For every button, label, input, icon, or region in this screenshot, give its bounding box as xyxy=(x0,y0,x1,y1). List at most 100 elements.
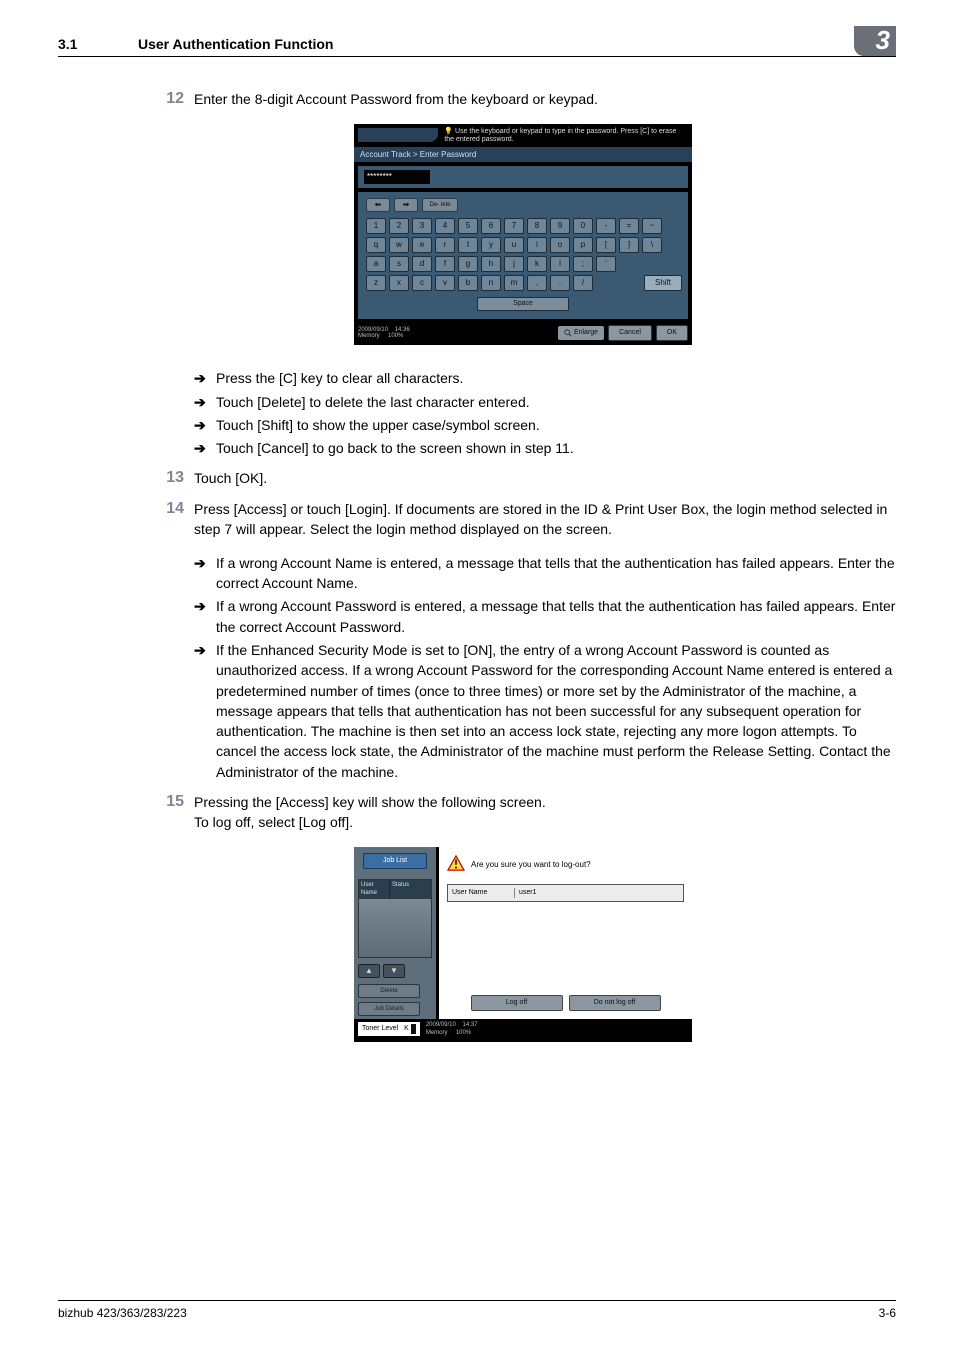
status-date: 2009/09/10 xyxy=(358,327,388,333)
key-1[interactable]: 1 xyxy=(366,218,386,234)
key-equals[interactable]: = xyxy=(619,218,639,234)
arrow-icon: ➔ xyxy=(194,392,216,412)
key-a[interactable]: a xyxy=(366,256,386,272)
key-minus[interactable]: - xyxy=(596,218,616,234)
warning-icon xyxy=(447,855,465,875)
job-list-button[interactable]: Job List xyxy=(363,853,427,869)
password-input[interactable]: ******** xyxy=(364,170,430,184)
step-number: 15 xyxy=(150,792,194,833)
status-date: 2009/09/10 xyxy=(426,1022,456,1028)
job-details-button[interactable]: Job Details xyxy=(358,1002,420,1016)
enlarge-label: Enlarge xyxy=(574,328,598,338)
key-i[interactable]: i xyxy=(527,237,547,253)
delete-button[interactable]: De- lete xyxy=(422,198,458,212)
password-field-area: ******** xyxy=(358,166,688,188)
key-r[interactable]: r xyxy=(435,237,455,253)
ok-button[interactable]: OK xyxy=(656,325,688,341)
arrow-icon: ➔ xyxy=(194,438,216,458)
col-status: Status xyxy=(390,880,431,899)
space-key[interactable]: Space xyxy=(477,297,569,311)
scroll-up-button[interactable]: ▲ xyxy=(358,964,380,978)
key-slash[interactable]: / xyxy=(573,275,593,291)
key-v[interactable]: v xyxy=(435,275,455,291)
log-off-button[interactable]: Log off xyxy=(471,995,563,1011)
key-w[interactable]: w xyxy=(389,237,409,253)
section-title: User Authentication Function xyxy=(138,34,896,54)
key-lbracket[interactable]: [ xyxy=(596,237,616,253)
key-9[interactable]: 9 xyxy=(550,218,570,234)
key-period[interactable]: . xyxy=(550,275,570,291)
step-number: 14 xyxy=(150,499,194,540)
step-text: Enter the 8-digit Account Password from … xyxy=(194,89,896,110)
page-header: 3.1 User Authentication Function xyxy=(58,34,896,57)
key-3[interactable]: 3 xyxy=(412,218,432,234)
key-7[interactable]: 7 xyxy=(504,218,524,234)
key-h[interactable]: h xyxy=(481,256,501,272)
key-e[interactable]: e xyxy=(412,237,432,253)
enlarge-button[interactable]: Enlarge xyxy=(558,326,604,340)
key-0[interactable]: 0 xyxy=(573,218,593,234)
note-text: If a wrong Account Password is entered, … xyxy=(216,596,896,637)
key-l[interactable]: l xyxy=(550,256,570,272)
cursor-right-button[interactable]: ➡ xyxy=(394,198,418,212)
key-rbracket[interactable]: ] xyxy=(619,237,639,253)
key-p[interactable]: p xyxy=(573,237,593,253)
key-2[interactable]: 2 xyxy=(389,218,409,234)
key-k[interactable]: k xyxy=(527,256,547,272)
key-apostrophe[interactable]: ' xyxy=(596,256,616,272)
status-datetime: 2009/09/10 14:36 Memory 100% xyxy=(358,327,410,340)
cursor-left-button[interactable]: ⬅ xyxy=(366,198,390,212)
step-number: 13 xyxy=(150,468,194,489)
step-text: Pressing the [Access] key will show the … xyxy=(194,792,896,833)
key-s[interactable]: s xyxy=(389,256,409,272)
key-u[interactable]: u xyxy=(504,237,524,253)
kb-row-4: z x c v b n m , . / Shift xyxy=(364,275,682,291)
key-j[interactable]: j xyxy=(504,256,524,272)
key-g[interactable]: g xyxy=(458,256,478,272)
key-semicolon[interactable]: ; xyxy=(573,256,593,272)
status-datetime: 2009/09/10 14:37 Memory 100% xyxy=(426,1021,478,1038)
user-name-label: User Name xyxy=(448,888,514,898)
key-t[interactable]: t xyxy=(458,237,478,253)
key-d[interactable]: d xyxy=(412,256,432,272)
toner-gauge-icon xyxy=(411,1024,416,1034)
key-m[interactable]: m xyxy=(504,275,524,291)
toner-label: Toner Level xyxy=(362,1024,398,1034)
status-time: 14:37 xyxy=(463,1022,478,1028)
arrow-icon: ➔ xyxy=(194,553,216,594)
key-c[interactable]: c xyxy=(412,275,432,291)
key-o[interactable]: o xyxy=(550,237,570,253)
delete-job-button[interactable]: Delete xyxy=(358,984,420,998)
key-f[interactable]: f xyxy=(435,256,455,272)
step-13: 13 Touch [OK]. xyxy=(150,468,896,489)
key-tilde[interactable]: ~ xyxy=(642,218,662,234)
arrow-icon: ➔ xyxy=(194,596,216,637)
scroll-down-button[interactable]: ▼ xyxy=(383,964,405,978)
key-y[interactable]: y xyxy=(481,237,501,253)
memory-percent: 100% xyxy=(456,1030,471,1036)
note-text: Touch [Cancel] to go back to the screen … xyxy=(216,438,896,458)
step-text: Press [Access] or touch [Login]. If docu… xyxy=(194,499,896,540)
key-q[interactable]: q xyxy=(366,237,386,253)
hint-label: Use the keyboard or keypad to type in th… xyxy=(444,128,676,143)
cancel-button[interactable]: Cancel xyxy=(608,325,652,341)
key-backslash[interactable]: \ xyxy=(642,237,662,253)
key-n[interactable]: n xyxy=(481,275,501,291)
key-b[interactable]: b xyxy=(458,275,478,291)
key-comma[interactable]: , xyxy=(527,275,547,291)
step-text: Touch [OK]. xyxy=(194,468,896,489)
memory-percent: 100% xyxy=(388,333,403,339)
job-table: User Name Status xyxy=(358,879,432,958)
chapter-badge: 3 xyxy=(854,26,896,56)
shift-key[interactable]: Shift xyxy=(644,275,682,291)
onscreen-keyboard: ⬅ ➡ De- lete 1 2 3 4 5 6 7 8 9 0 - = xyxy=(358,192,688,319)
key-6[interactable]: 6 xyxy=(481,218,501,234)
hint-text: 💡 Use the keyboard or keypad to type in … xyxy=(438,128,688,145)
key-5[interactable]: 5 xyxy=(458,218,478,234)
key-4[interactable]: 4 xyxy=(435,218,455,234)
note-text: Press the [C] key to clear all character… xyxy=(216,368,896,388)
key-z[interactable]: z xyxy=(366,275,386,291)
key-8[interactable]: 8 xyxy=(527,218,547,234)
do-not-log-off-button[interactable]: Do not log off xyxy=(569,995,661,1011)
key-x[interactable]: x xyxy=(389,275,409,291)
